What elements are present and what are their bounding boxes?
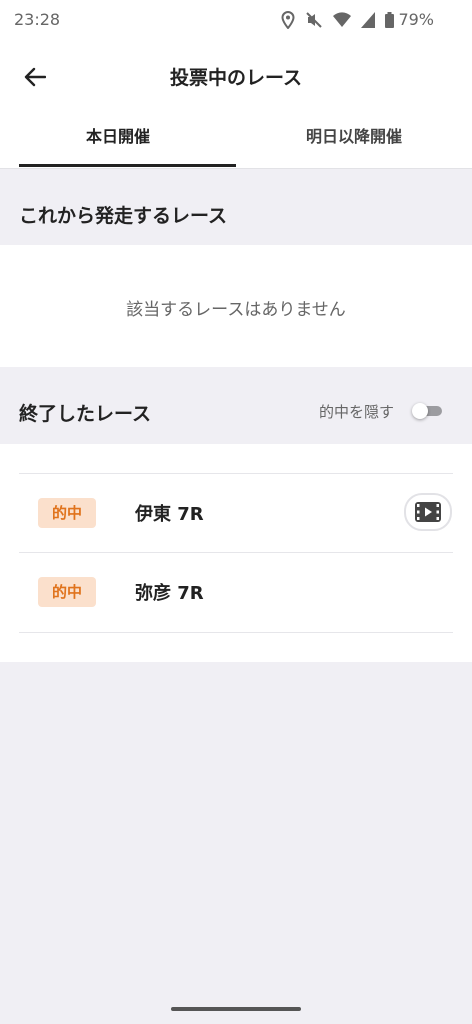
tab-upcoming-days[interactable]: 明日以降開催 bbox=[236, 112, 472, 168]
divider bbox=[19, 632, 453, 633]
video-icon bbox=[415, 502, 441, 522]
race-name: 伊東 7R bbox=[135, 504, 204, 525]
video-button[interactable] bbox=[404, 493, 452, 531]
empty-message: 該当するレースはありません bbox=[126, 300, 346, 320]
hit-badge: 的中 bbox=[38, 498, 96, 528]
upcoming-section-header: これから発走するレース bbox=[0, 169, 472, 245]
page-title: 投票中のレース bbox=[169, 67, 303, 89]
mute-icon bbox=[306, 12, 322, 28]
tab-indicator bbox=[19, 164, 236, 167]
tab-bar: 本日開催 明日以降開催 bbox=[0, 112, 472, 169]
upcoming-section-title: これから発走するレース bbox=[19, 205, 228, 227]
battery-icon bbox=[385, 12, 394, 28]
signal-icon bbox=[361, 12, 375, 28]
finished-section-header: 終了したレース 的中を隠す bbox=[0, 367, 472, 444]
status-icons bbox=[281, 11, 394, 29]
app-bar: 投票中のレース bbox=[0, 42, 472, 112]
location-icon bbox=[281, 11, 295, 29]
hide-hits-toggle[interactable] bbox=[412, 403, 442, 419]
toggle-knob bbox=[412, 403, 428, 419]
battery-percent: 79% bbox=[398, 10, 434, 29]
race-row[interactable]: 的中 弥彦 7R bbox=[0, 553, 472, 631]
race-row[interactable]: 的中 伊東 7R bbox=[0, 474, 472, 552]
status-time: 23:28 bbox=[14, 10, 61, 29]
finished-section-title: 終了したレース bbox=[19, 403, 152, 425]
hit-badge: 的中 bbox=[38, 577, 96, 607]
tab-today[interactable]: 本日開催 bbox=[0, 112, 236, 168]
race-name: 弥彦 7R bbox=[135, 583, 204, 604]
hide-hits-label: 的中を隠す bbox=[318, 403, 394, 421]
wifi-icon bbox=[333, 12, 351, 27]
home-indicator bbox=[171, 1007, 301, 1011]
upcoming-empty-panel: 該当するレースはありません bbox=[0, 245, 472, 367]
finished-race-list: 的中 伊東 7R 的中 弥彦 7R bbox=[0, 444, 472, 662]
status-bar: 23:28 79% bbox=[0, 0, 472, 42]
